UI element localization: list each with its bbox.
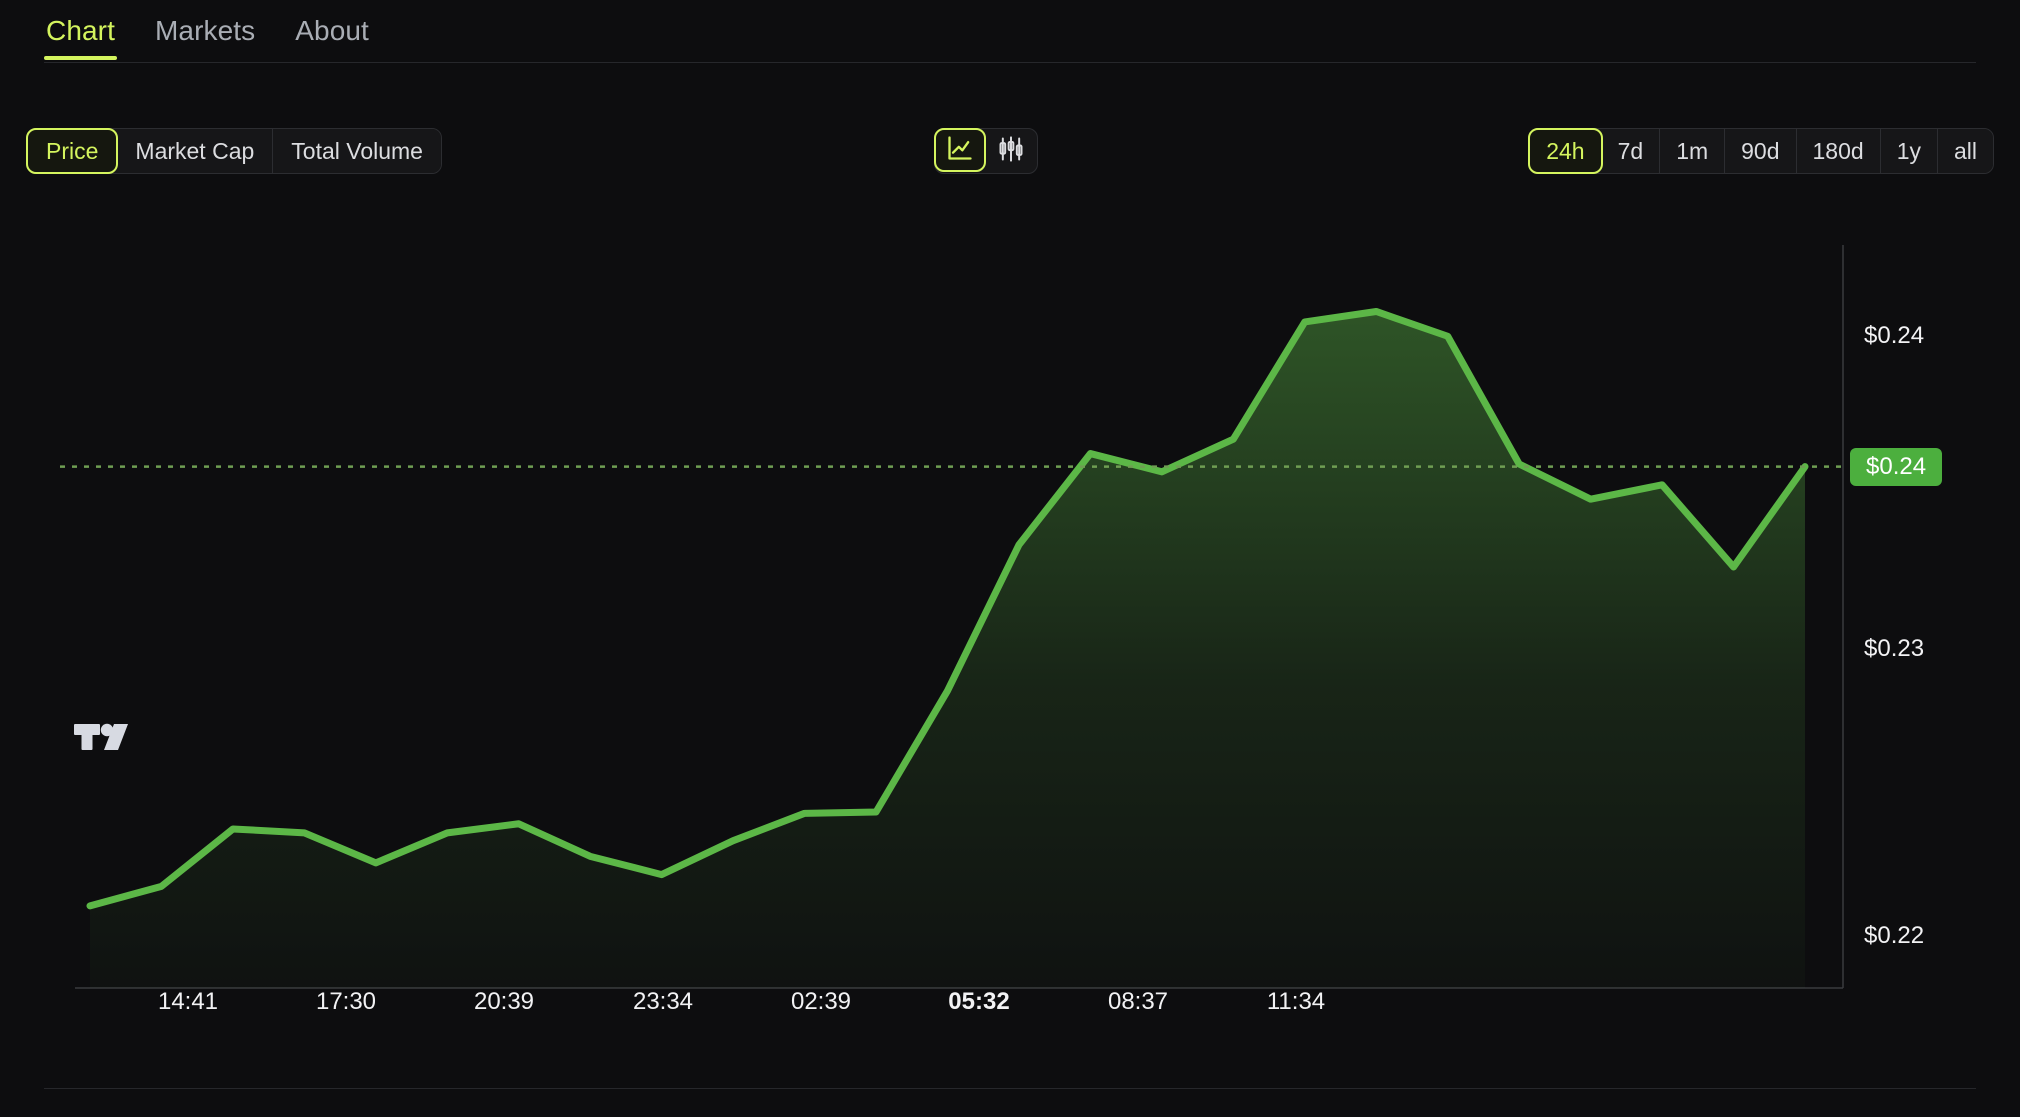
current-price-badge: $0.24 xyxy=(1850,447,1943,486)
y-axis-tick-3: $0.22 xyxy=(1864,921,1925,949)
chart-type-selector xyxy=(934,128,1038,174)
range-option-90d-label: 90d xyxy=(1741,137,1780,164)
range-option-7d[interactable]: 7d xyxy=(1601,129,1661,173)
x-axis-tick-7: 11:34 xyxy=(1266,988,1326,1015)
range-option-1y[interactable]: 1y xyxy=(1880,129,1938,173)
range-option-90d[interactable]: 90d xyxy=(1725,129,1797,173)
metric-option-market-cap-label: Market Cap xyxy=(135,137,255,164)
metric-selector: Price Market Cap Total Volume xyxy=(26,128,442,174)
x-axis-tick-6: 08:37 xyxy=(1107,988,1169,1015)
line-chart-toggle[interactable] xyxy=(934,128,986,172)
line-chart-icon xyxy=(946,134,974,167)
metric-option-price[interactable]: Price xyxy=(26,128,119,174)
x-axis-tick-4: 02:39 xyxy=(790,988,852,1015)
footer-divider xyxy=(44,1088,1976,1089)
x-axis-tick-2: 20:39 xyxy=(473,988,535,1015)
tab-about[interactable]: About xyxy=(293,0,371,60)
metric-option-total-volume[interactable]: Total Volume xyxy=(273,129,441,173)
range-option-180d[interactable]: 180d xyxy=(1796,129,1881,173)
range-option-all-label: all xyxy=(1953,137,1977,164)
nav-tab-list: Chart Markets About xyxy=(44,0,371,64)
tab-about-label: About xyxy=(295,15,369,46)
current-price-badge-label: $0.24 xyxy=(1866,452,1927,480)
range-option-24h-label: 24h xyxy=(1546,137,1585,164)
time-range-selector: 24h 7d 1m 90d 180d 1y all xyxy=(1528,128,1994,174)
tab-markets[interactable]: Markets xyxy=(153,0,257,60)
range-option-1y-label: 1y xyxy=(1896,137,1921,164)
range-option-180d-label: 180d xyxy=(1812,137,1864,164)
range-option-24h[interactable]: 24h xyxy=(1528,128,1603,174)
x-axis-tick-3: 23:34 xyxy=(632,988,694,1015)
x-axis-tick-1: 17:30 xyxy=(315,988,377,1015)
metric-option-market-cap[interactable]: Market Cap xyxy=(117,129,274,173)
y-axis-tick-0: $0.24 xyxy=(1864,322,1925,350)
price-area-fill xyxy=(90,311,1805,989)
tab-chart[interactable]: Chart xyxy=(44,0,117,60)
nav-tabs: Chart Markets About xyxy=(0,0,2020,66)
metric-option-price-label: Price xyxy=(46,137,99,164)
range-option-1m-label: 1m xyxy=(1676,137,1709,164)
x-axis-tick-0: 14:41 xyxy=(157,988,219,1015)
range-option-all[interactable]: all xyxy=(1937,129,1993,173)
candlestick-chart-toggle[interactable] xyxy=(985,129,1037,173)
y-axis-tick-2: $0.23 xyxy=(1864,635,1925,663)
price-chart[interactable]: $0.24 $0.24 $0.23 $0.22 $0.24 14:41 17:3… xyxy=(0,190,2020,1070)
price-chart-canvas xyxy=(60,245,1844,989)
metric-option-total-volume-label: Total Volume xyxy=(291,137,423,164)
x-axis-tick-5: 05:32 xyxy=(948,988,1010,1015)
tradingview-logo-icon[interactable] xyxy=(74,720,128,754)
chart-toolbar: Price Market Cap Total Volume 24h 7d 1m … xyxy=(0,128,2020,174)
range-option-1m[interactable]: 1m xyxy=(1660,129,1726,173)
tab-markets-label: Markets xyxy=(154,15,256,46)
candlestick-chart-icon xyxy=(997,135,1025,168)
nav-divider xyxy=(44,62,1976,63)
range-option-7d-label: 7d xyxy=(1617,137,1644,164)
tab-chart-label: Chart xyxy=(46,15,115,46)
